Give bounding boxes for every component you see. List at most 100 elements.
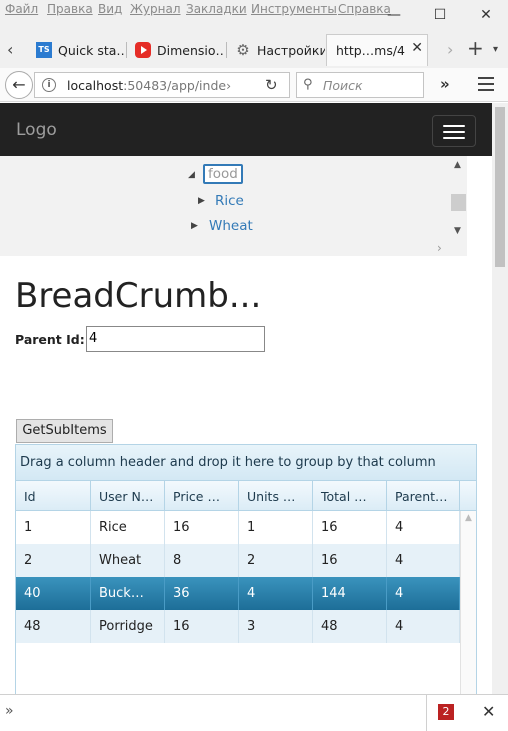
cell-total: 16 — [313, 544, 387, 577]
tab-label: Dimensio… — [157, 42, 225, 58]
cell-total: 16 — [313, 511, 387, 544]
tab-label: Quick sta… — [58, 42, 126, 58]
cell-parent: 4 — [387, 610, 460, 643]
search-input[interactable]: ⚲ Поиск — [296, 72, 424, 98]
scroll-down-icon[interactable]: ▼ — [454, 226, 461, 236]
tab-strip: ‹ TS Quick sta… Dimensio… ⚙ Настройки ht… — [0, 30, 508, 68]
menu-bar: Файл Правка Вид Журнал Закладки Инструме… — [0, 0, 508, 30]
search-placeholder: Поиск — [323, 78, 363, 93]
menu-tools[interactable]: Инструменты — [251, 2, 337, 16]
grid-header: Id User N… Price … Units … Total … Paren… — [16, 481, 476, 511]
close-icon[interactable]: ✕ — [482, 702, 495, 721]
close-tab-icon[interactable]: ✕ — [411, 40, 423, 56]
column-header-price[interactable]: Price … — [165, 481, 239, 511]
cell-parent: 4 — [387, 511, 460, 544]
new-tab-icon[interactable]: + — [467, 36, 484, 60]
cell-id: 1 — [16, 511, 91, 544]
column-header-user-name[interactable]: User N… — [91, 481, 165, 511]
tab-label: http…ms/4 — [336, 43, 406, 58]
menu-history[interactable]: Журнал — [130, 2, 181, 16]
reload-icon[interactable]: ↻ — [265, 76, 278, 94]
maximize-button[interactable]: ☐ — [425, 4, 455, 26]
tabs-scroll-left-icon[interactable]: ‹ — [7, 40, 13, 59]
overflow-chevron-icon[interactable]: » — [440, 75, 450, 93]
gear-icon: ⚙ — [236, 41, 250, 59]
menu-edit[interactable]: Правка — [47, 2, 93, 16]
group-drop-area[interactable]: Drag a column header and drop it here to… — [16, 445, 476, 481]
cell-price: 36 — [165, 577, 239, 610]
column-header-id[interactable]: Id — [16, 481, 91, 511]
tree-node-wheat[interactable]: Wheat — [209, 218, 253, 234]
divider — [426, 695, 427, 731]
youtube-icon — [135, 42, 151, 58]
cell-price: 16 — [165, 610, 239, 643]
table-row[interactable]: 2 Wheat 8 2 16 4 — [16, 544, 460, 577]
hamburger-menu-icon[interactable] — [478, 77, 494, 95]
page-title: BreadCrumb... — [15, 276, 262, 316]
notification-badge[interactable]: 2 — [438, 704, 454, 720]
cell-units: 1 — [239, 511, 313, 544]
tab-quick-start[interactable]: TS Quick sta… — [28, 34, 126, 66]
page-scrollbar[interactable] — [492, 103, 508, 694]
minimize-button[interactable]: — — [379, 4, 409, 26]
cell-user-name: Porridge — [91, 610, 165, 643]
column-header-total[interactable]: Total … — [313, 481, 387, 511]
data-grid: Drag a column header and drop it here to… — [15, 444, 477, 694]
cell-user-name: Buck… — [91, 577, 165, 610]
parent-id-label: Parent Id: — [15, 332, 85, 347]
cell-total: 144 — [313, 577, 387, 610]
scroll-up-icon[interactable]: ▲ — [465, 513, 472, 523]
tab-label: Настройки — [257, 42, 325, 58]
scroll-right-icon[interactable]: › — [437, 241, 442, 255]
cell-price: 8 — [165, 544, 239, 577]
cell-total: 48 — [313, 610, 387, 643]
back-arrow-icon[interactable]: ← — [5, 71, 33, 99]
url-text: localhost:50483/app/inde› — [67, 78, 232, 93]
developer-toolbar: » 2 ✕ — [0, 694, 508, 731]
get-sub-items-button[interactable]: GetSubItems — [16, 419, 113, 443]
collapse-arrow-icon[interactable]: ◢ — [188, 170, 195, 180]
info-icon[interactable]: i — [42, 78, 56, 92]
tree-vertical-scrollbar[interactable]: ▲ ▼ — [450, 156, 467, 240]
tabs-scroll-right-icon[interactable]: › — [447, 40, 453, 59]
scroll-thumb[interactable] — [451, 194, 466, 211]
cell-units: 2 — [239, 544, 313, 577]
grid-body: 1 Rice 16 1 16 4 2 Wheat 8 2 16 4 40 Buc… — [16, 511, 460, 694]
cell-user-name: Rice — [91, 511, 165, 544]
navbar-toggle-button[interactable] — [432, 115, 476, 147]
expand-arrow-icon[interactable]: ▶ — [198, 196, 205, 206]
tree-node-rice[interactable]: Rice — [215, 193, 244, 209]
url-bar[interactable]: i localhost:50483/app/inde› ↻ — [34, 72, 290, 98]
logo[interactable]: Logo — [16, 120, 57, 140]
page-scroll-thumb[interactable] — [495, 107, 505, 267]
column-header-parent[interactable]: Parent… — [387, 481, 460, 511]
typescript-icon: TS — [36, 42, 52, 58]
tree-horizontal-scrollbar[interactable]: › — [0, 240, 450, 256]
column-header-units[interactable]: Units … — [239, 481, 313, 511]
table-row[interactable]: 48 Porridge 16 3 48 4 — [16, 610, 460, 643]
search-icon: ⚲ — [303, 77, 313, 92]
tree-view: ◢ food ▶ Rice ▶ Wheat ▲ ▼ › — [0, 156, 467, 256]
app-header: Logo — [0, 103, 492, 156]
grid-vertical-scrollbar[interactable]: ▲ — [460, 511, 476, 694]
scroll-up-icon[interactable]: ▲ — [454, 160, 461, 170]
menu-view[interactable]: Вид — [98, 2, 122, 16]
expand-chevron-icon[interactable]: » — [5, 703, 14, 719]
cell-price: 16 — [165, 511, 239, 544]
tree-node-food[interactable]: food — [203, 164, 243, 184]
menu-file[interactable]: Файл — [5, 2, 38, 16]
expand-arrow-icon[interactable]: ▶ — [191, 221, 198, 231]
close-window-button[interactable]: ✕ — [471, 4, 501, 26]
parent-id-input[interactable]: 4 — [86, 326, 265, 352]
tab-settings[interactable]: ⚙ Настройки — [227, 34, 325, 66]
tabs-list-icon[interactable]: ▾ — [493, 44, 498, 55]
menu-bookmarks[interactable]: Закладки — [186, 2, 247, 16]
cell-id: 48 — [16, 610, 91, 643]
table-row-selected[interactable]: 40 Buck… 36 4 144 4 — [16, 577, 460, 610]
navigation-bar: ← i localhost:50483/app/inde› ↻ ⚲ Поиск … — [0, 68, 508, 102]
table-row[interactable]: 1 Rice 16 1 16 4 — [16, 511, 460, 544]
cell-user-name: Wheat — [91, 544, 165, 577]
cell-units: 4 — [239, 577, 313, 610]
cell-id: 2 — [16, 544, 91, 577]
tab-dimensions[interactable]: Dimensio… — [127, 34, 225, 66]
